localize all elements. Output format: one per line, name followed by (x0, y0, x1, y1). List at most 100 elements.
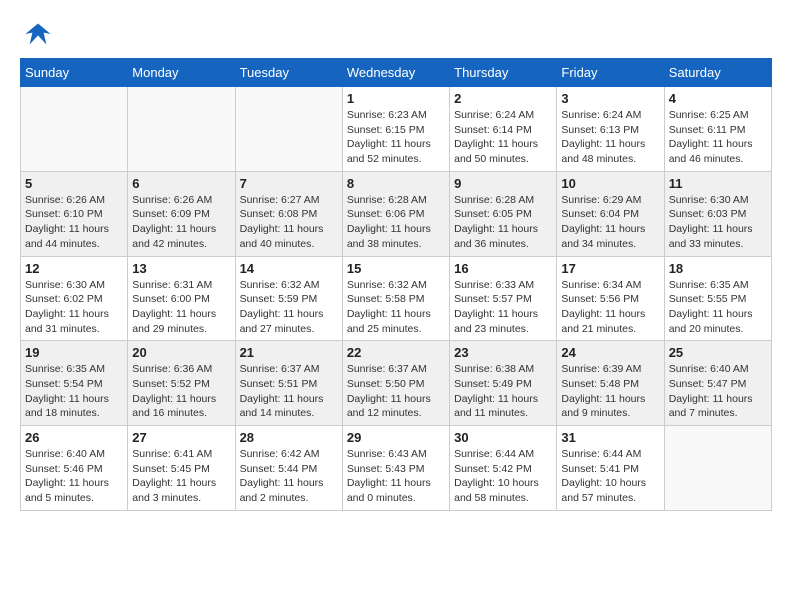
calendar-day-cell: 31Sunrise: 6:44 AMSunset: 5:41 PMDayligh… (557, 426, 664, 511)
day-number: 11 (669, 176, 767, 191)
calendar-day-cell: 20 Sunrise: 6:36 AMSunset: 5:52 PMDayligh… (128, 341, 235, 426)
calendar-day-cell: 6 Sunrise: 6:26 AMSunset: 6:09 PMDaylight… (128, 171, 235, 256)
day-number: 17 (561, 261, 659, 276)
day-number: 18 (669, 261, 767, 276)
calendar-day-cell: 27 Sunrise: 6:41 AMSunset: 5:45 PMDayligh… (128, 426, 235, 511)
day-info: Sunrise: 6:40 AMSunset: 5:46 PMDaylight:… (25, 447, 123, 506)
calendar-day-cell: 10 Sunrise: 6:29 AMSunset: 6:04 PMDayligh… (557, 171, 664, 256)
calendar-day-cell: 29 Sunrise: 6:43 AMSunset: 5:43 PMDayligh… (342, 426, 449, 511)
calendar-header-saturday: Saturday (664, 59, 771, 87)
day-number: 27 (132, 430, 230, 445)
calendar-day-cell: 1 Sunrise: 6:23 AMSunset: 6:15 PMDaylight… (342, 87, 449, 172)
calendar-day-cell: 4 Sunrise: 6:25 AMSunset: 6:11 PMDaylight… (664, 87, 771, 172)
day-info: Sunrise: 6:41 AMSunset: 5:45 PMDaylight:… (132, 447, 230, 506)
calendar-day-cell: 22 Sunrise: 6:37 AMSunset: 5:50 PMDayligh… (342, 341, 449, 426)
calendar-day-cell: 21 Sunrise: 6:37 AMSunset: 5:51 PMDayligh… (235, 341, 342, 426)
calendar-week-row: 19Sunrise: 6:35 AMSunset: 5:54 PMDayligh… (21, 341, 772, 426)
day-number: 14 (240, 261, 338, 276)
calendar-header-row: SundayMondayTuesdayWednesdayThursdayFrid… (21, 59, 772, 87)
calendar-day-cell: 3 Sunrise: 6:24 AMSunset: 6:13 PMDaylight… (557, 87, 664, 172)
calendar-day-cell: 14 Sunrise: 6:32 AMSunset: 5:59 PMDayligh… (235, 256, 342, 341)
day-number: 2 (454, 91, 552, 106)
day-number: 25 (669, 345, 767, 360)
calendar-week-row: 26 Sunrise: 6:40 AMSunset: 5:46 PMDayligh… (21, 426, 772, 511)
day-info: Sunrise: 6:25 AMSunset: 6:11 PMDaylight:… (669, 108, 767, 167)
day-number: 21 (240, 345, 338, 360)
day-info: Sunrise: 6:24 AMSunset: 6:13 PMDaylight:… (561, 108, 659, 167)
day-number: 10 (561, 176, 659, 191)
day-info: Sunrise: 6:31 AMSunset: 6:00 PMDaylight:… (132, 278, 230, 337)
calendar-header-monday: Monday (128, 59, 235, 87)
day-info: Sunrise: 6:24 AMSunset: 6:14 PMDaylight:… (454, 108, 552, 167)
day-info: Sunrise: 6:42 AMSunset: 5:44 PMDaylight:… (240, 447, 338, 506)
day-number: 20 (132, 345, 230, 360)
calendar-day-cell: 24 Sunrise: 6:39 AMSunset: 5:48 PMDayligh… (557, 341, 664, 426)
day-info: Sunrise: 6:38 AMSunset: 5:49 PMDaylight:… (454, 362, 552, 421)
day-number: 7 (240, 176, 338, 191)
calendar-day-cell: 17 Sunrise: 6:34 AMSunset: 5:56 PMDayligh… (557, 256, 664, 341)
calendar-day-cell: 18 Sunrise: 6:35 AMSunset: 5:55 PMDayligh… (664, 256, 771, 341)
day-info: Sunrise: 6:37 AMSunset: 5:50 PMDaylight:… (347, 362, 445, 421)
day-number: 22 (347, 345, 445, 360)
day-info: Sunrise: 6:36 AMSunset: 5:52 PMDaylight:… (132, 362, 230, 421)
day-number: 16 (454, 261, 552, 276)
calendar-week-row: 5 Sunrise: 6:26 AMSunset: 6:10 PMDaylight… (21, 171, 772, 256)
calendar-day-cell: 28Sunrise: 6:42 AMSunset: 5:44 PMDayligh… (235, 426, 342, 511)
day-number: 4 (669, 91, 767, 106)
day-info: Sunrise: 6:39 AMSunset: 5:48 PMDaylight:… (561, 362, 659, 421)
calendar-day-cell: 9 Sunrise: 6:28 AMSunset: 6:05 PMDaylight… (450, 171, 557, 256)
calendar-day-cell: 12Sunrise: 6:30 AMSunset: 6:02 PMDayligh… (21, 256, 128, 341)
day-number: 24 (561, 345, 659, 360)
calendar-week-row: 1 Sunrise: 6:23 AMSunset: 6:15 PMDaylight… (21, 87, 772, 172)
day-info: Sunrise: 6:23 AMSunset: 6:15 PMDaylight:… (347, 108, 445, 167)
day-info: Sunrise: 6:37 AMSunset: 5:51 PMDaylight:… (240, 362, 338, 421)
day-number: 30 (454, 430, 552, 445)
day-info: Sunrise: 6:43 AMSunset: 5:43 PMDaylight:… (347, 447, 445, 506)
day-number: 5 (25, 176, 123, 191)
logo-icon (24, 20, 52, 48)
day-info: Sunrise: 6:29 AMSunset: 6:04 PMDaylight:… (561, 193, 659, 252)
calendar-day-cell: 23Sunrise: 6:38 AMSunset: 5:49 PMDayligh… (450, 341, 557, 426)
calendar-header-friday: Friday (557, 59, 664, 87)
day-number: 6 (132, 176, 230, 191)
day-number: 15 (347, 261, 445, 276)
day-info: Sunrise: 6:40 AMSunset: 5:47 PMDaylight:… (669, 362, 767, 421)
day-info: Sunrise: 6:28 AMSunset: 6:06 PMDaylight:… (347, 193, 445, 252)
calendar-day-cell: 19Sunrise: 6:35 AMSunset: 5:54 PMDayligh… (21, 341, 128, 426)
calendar-day-cell: 26 Sunrise: 6:40 AMSunset: 5:46 PMDayligh… (21, 426, 128, 511)
calendar-day-cell: 30 Sunrise: 6:44 AMSunset: 5:42 PMDayligh… (450, 426, 557, 511)
calendar-day-cell: 7Sunrise: 6:27 AMSunset: 6:08 PMDaylight… (235, 171, 342, 256)
day-info: Sunrise: 6:44 AMSunset: 5:42 PMDaylight:… (454, 447, 552, 506)
calendar-day-cell: 5 Sunrise: 6:26 AMSunset: 6:10 PMDaylight… (21, 171, 128, 256)
day-number: 3 (561, 91, 659, 106)
day-info: Sunrise: 6:32 AMSunset: 5:58 PMDaylight:… (347, 278, 445, 337)
day-info: Sunrise: 6:26 AMSunset: 6:09 PMDaylight:… (132, 193, 230, 252)
calendar-day-cell (128, 87, 235, 172)
day-info: Sunrise: 6:33 AMSunset: 5:57 PMDaylight:… (454, 278, 552, 337)
calendar-header-wednesday: Wednesday (342, 59, 449, 87)
calendar-header-sunday: Sunday (21, 59, 128, 87)
day-number: 29 (347, 430, 445, 445)
day-info: Sunrise: 6:34 AMSunset: 5:56 PMDaylight:… (561, 278, 659, 337)
day-number: 12 (25, 261, 123, 276)
day-info: Sunrise: 6:35 AMSunset: 5:55 PMDaylight:… (669, 278, 767, 337)
calendar-day-cell: 15 Sunrise: 6:32 AMSunset: 5:58 PMDayligh… (342, 256, 449, 341)
calendar-table: SundayMondayTuesdayWednesdayThursdayFrid… (20, 58, 772, 511)
day-info: Sunrise: 6:44 AMSunset: 5:41 PMDaylight:… (561, 447, 659, 506)
page-header (20, 20, 772, 48)
day-number: 8 (347, 176, 445, 191)
day-number: 1 (347, 91, 445, 106)
day-info: Sunrise: 6:28 AMSunset: 6:05 PMDaylight:… (454, 193, 552, 252)
calendar-day-cell (235, 87, 342, 172)
calendar-day-cell (21, 87, 128, 172)
calendar-week-row: 12Sunrise: 6:30 AMSunset: 6:02 PMDayligh… (21, 256, 772, 341)
day-number: 9 (454, 176, 552, 191)
calendar-day-cell: 2 Sunrise: 6:24 AMSunset: 6:14 PMDaylight… (450, 87, 557, 172)
calendar-day-cell: 8 Sunrise: 6:28 AMSunset: 6:06 PMDaylight… (342, 171, 449, 256)
calendar-header-tuesday: Tuesday (235, 59, 342, 87)
calendar-day-cell: 11Sunrise: 6:30 AMSunset: 6:03 PMDayligh… (664, 171, 771, 256)
day-info: Sunrise: 6:32 AMSunset: 5:59 PMDaylight:… (240, 278, 338, 337)
day-number: 26 (25, 430, 123, 445)
day-info: Sunrise: 6:26 AMSunset: 6:10 PMDaylight:… (25, 193, 123, 252)
calendar-day-cell (664, 426, 771, 511)
